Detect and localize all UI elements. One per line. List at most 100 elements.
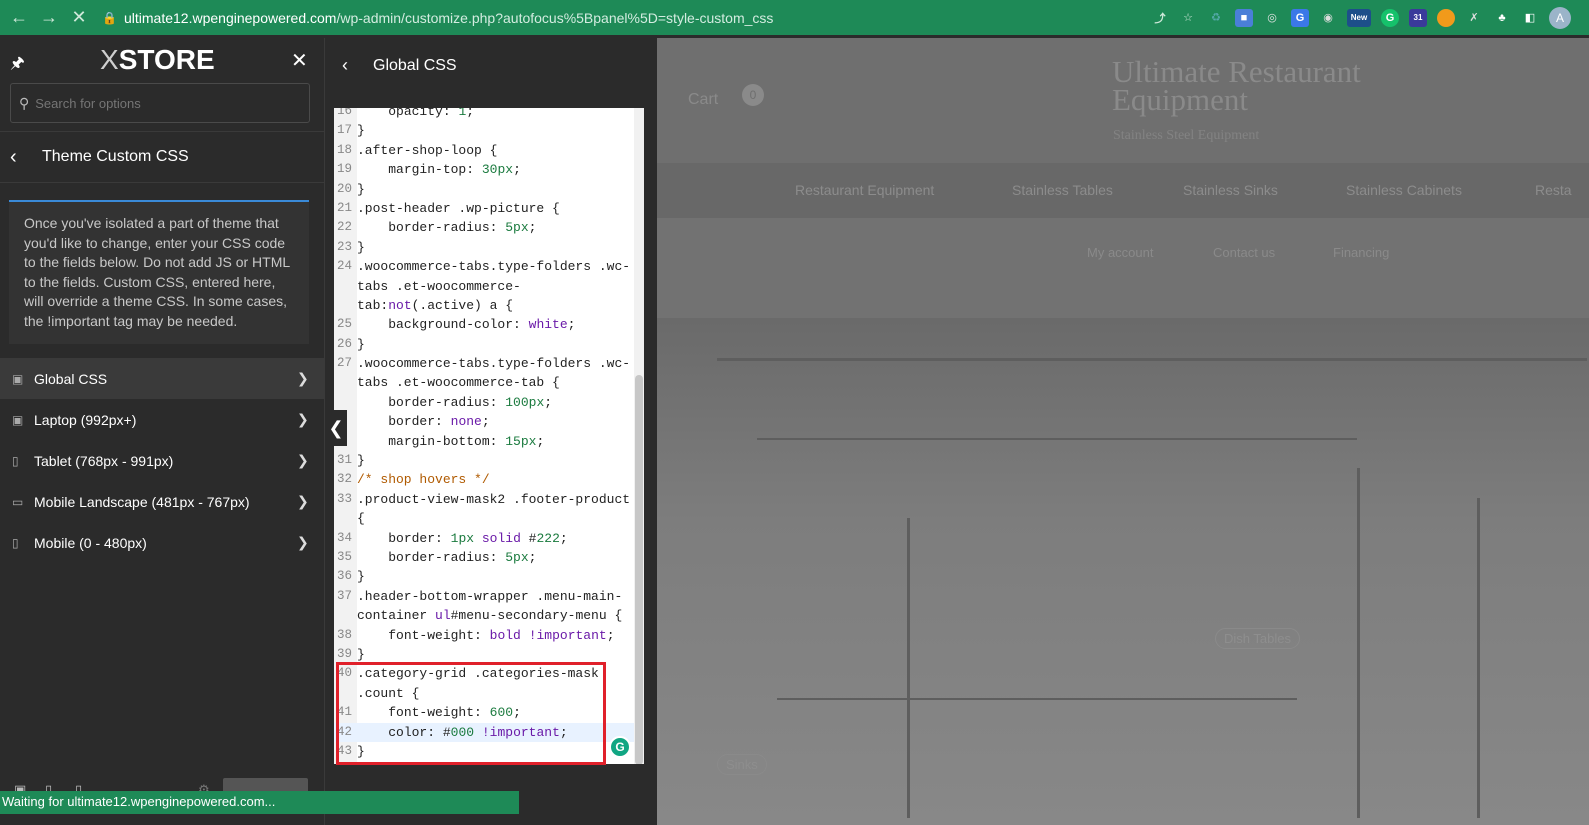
stop-loading-icon[interactable]: ✕ <box>64 3 94 33</box>
menu-item-mobile[interactable]: ▯ Mobile (0 - 480px) ❯ <box>0 522 324 563</box>
url-host: ultimate12.wpenginepowered.com <box>124 9 337 26</box>
code-line[interactable]: tabs .et-woocommerce-tab { <box>334 373 634 392</box>
hero-image: Dish Tables Sinks <box>657 318 1589 825</box>
menu-item-mobile-landscape[interactable]: ▭ Mobile Landscape (481px - 767px) ❯ <box>0 481 324 522</box>
code-line[interactable]: 36} <box>334 567 634 586</box>
lock-icon: 🔒 <box>102 10 117 25</box>
code-line[interactable]: 22 border-radius: 5px; <box>334 218 634 237</box>
code-line[interactable]: 23} <box>334 238 634 257</box>
docs-icon[interactable]: ■ <box>1235 8 1253 27</box>
grammarly-icon[interactable]: G <box>609 736 631 758</box>
menu-item-label: Mobile (0 - 480px) <box>34 534 147 551</box>
line-number: 20 <box>336 181 352 196</box>
logo-prefix: X <box>100 44 119 75</box>
profile-avatar[interactable]: A <box>1549 6 1571 29</box>
nav-item[interactable]: Stainless Sinks <box>1183 182 1278 198</box>
search-options[interactable]: ⚲ <box>10 83 310 123</box>
code-line[interactable]: 17} <box>334 121 634 140</box>
line-number: 21 <box>336 200 352 215</box>
code-text: } <box>357 123 365 139</box>
puzzle-icon[interactable]: ♣ <box>1493 9 1511 27</box>
line-number: 24 <box>336 259 352 274</box>
code-line[interactable]: 18 .after-shop-loop { <box>334 141 634 160</box>
code-line[interactable]: 25 background-color: white; <box>334 315 634 334</box>
code-line[interactable]: 31} <box>334 451 634 470</box>
menu-item-laptop[interactable]: ▣ Laptop (992px+) ❯ <box>0 399 324 440</box>
code-text: .product-view-mask2 .footer-product <box>357 491 631 507</box>
hero-decor <box>1357 468 1360 818</box>
code-line[interactable]: border-radius: 100px; <box>334 393 634 412</box>
collapse-sidebar-icon[interactable]: ❮ <box>325 410 347 446</box>
code-line[interactable]: container ul#menu-secondary-menu { <box>334 606 634 625</box>
code-line[interactable]: { <box>334 509 634 528</box>
subnav-item[interactable]: Contact us <box>1213 245 1275 260</box>
code-line[interactable]: border: none; <box>334 412 634 431</box>
code-line[interactable]: 32 /* shop hovers */ <box>334 470 634 489</box>
address-bar[interactable]: 🔒 ultimate12.wpenginepowered.com/wp-admi… <box>102 0 1151 35</box>
tools-icon[interactable]: ✗ <box>1465 9 1483 27</box>
globe-icon[interactable]: ◎ <box>1263 9 1281 27</box>
highlight-annotation <box>336 662 606 765</box>
code-text: .woocommerce-tabs.type-folders .wc- <box>357 356 631 372</box>
code-text: } <box>357 336 365 352</box>
nav-item[interactable]: Stainless Cabinets <box>1346 182 1462 198</box>
code-line[interactable]: 16 opacity: 1; <box>334 108 634 121</box>
code-line[interactable]: tab:not(.active) a { <box>334 296 634 315</box>
code-line[interactable]: 20} <box>334 180 634 199</box>
search-input[interactable] <box>35 95 276 111</box>
scrollbar-thumb[interactable] <box>635 375 643 764</box>
close-icon[interactable]: ✕ <box>291 48 308 73</box>
section-header: ‹ Theme Custom CSS <box>0 131 324 183</box>
code-line[interactable]: 26} <box>334 335 634 354</box>
code-line[interactable]: 19 margin-top: 30px; <box>334 160 634 179</box>
code-text: .after-shop-loop { <box>357 142 498 158</box>
code-line[interactable]: 24 .woocommerce-tabs.type-folders .wc- <box>334 257 634 276</box>
pin-icon[interactable]: 🖈 <box>10 52 25 79</box>
back-chevron-icon[interactable]: ‹ <box>10 146 32 169</box>
recycle-icon[interactable]: ♻ <box>1207 9 1225 27</box>
code-text: border: none; <box>388 414 490 430</box>
code-line[interactable]: 21 .post-header .wp-picture { <box>334 199 634 218</box>
line-number: 38 <box>336 627 352 642</box>
menu-item-global-css[interactable]: ▣ Global CSS ❯ <box>0 358 324 399</box>
calendar-badge: 31 <box>1413 13 1423 22</box>
chevron-right-icon: ❯ <box>297 534 309 550</box>
site-logo[interactable]: Ultimate Restaurant Equipment <box>1112 56 1361 115</box>
code-line[interactable]: 34 border: 1px solid #222; <box>334 529 634 548</box>
new-badge: New <box>1350 13 1368 22</box>
cart-link[interactable]: Cart <box>688 91 718 109</box>
nav-item[interactable]: Stainless Tables <box>1012 182 1113 198</box>
code-text: margin-bottom: 15px; <box>388 433 545 449</box>
nav-item[interactable]: Resta <box>1535 182 1572 198</box>
back-arrow-icon[interactable]: ← <box>4 3 34 33</box>
section-title: Theme Custom CSS <box>42 148 189 165</box>
code-line[interactable]: 35 border-radius: 5px; <box>334 548 634 567</box>
main-nav: Restaurant Equipment Stainless Tables St… <box>657 163 1589 218</box>
code-line[interactable]: 27 .woocommerce-tabs.type-folders .wc- <box>334 354 634 373</box>
star-icon[interactable]: ☆ <box>1179 9 1197 27</box>
camera-icon[interactable]: ◉ <box>1319 9 1337 27</box>
code-line[interactable]: 38 font-weight: bold !important; <box>334 626 634 645</box>
back-chevron-icon[interactable]: ‹ <box>342 55 356 76</box>
forward-arrow-icon[interactable]: → <box>34 3 64 33</box>
code-line[interactable]: margin-bottom: 15px; <box>334 432 634 451</box>
grammarly-icon[interactable]: G <box>1381 8 1399 27</box>
share-icon[interactable]: ⤴ <box>1151 9 1169 27</box>
sidebar-icon[interactable]: ◧ <box>1521 9 1539 27</box>
code-line[interactable]: tabs .et-woocommerce- <box>334 277 634 296</box>
code-line[interactable]: 33 .product-view-mask2 .footer-product <box>334 490 634 509</box>
nav-item[interactable]: Restaurant Equipment <box>795 182 934 198</box>
subnav-item[interactable]: Financing <box>1333 245 1389 260</box>
tablet-icon: ▯ <box>12 453 19 468</box>
hero-button[interactable]: Sinks <box>717 754 767 775</box>
translate-icon[interactable]: G <box>1291 8 1309 27</box>
code-text: margin-top: 30px; <box>388 162 521 178</box>
new-extension-icon[interactable]: New <box>1347 8 1371 27</box>
hero-button[interactable]: Dish Tables <box>1215 628 1300 649</box>
menu-item-label: Mobile Landscape (481px - 767px) <box>34 493 250 510</box>
code-line[interactable]: 37 .header-bottom-wrapper .menu-main- <box>334 587 634 606</box>
subnav-item[interactable]: My account <box>1087 245 1153 260</box>
calendar-icon[interactable]: 31 <box>1409 8 1427 27</box>
menu-item-tablet[interactable]: ▯ Tablet (768px - 991px) ❯ <box>0 440 324 481</box>
colorzilla-icon[interactable] <box>1437 8 1455 27</box>
